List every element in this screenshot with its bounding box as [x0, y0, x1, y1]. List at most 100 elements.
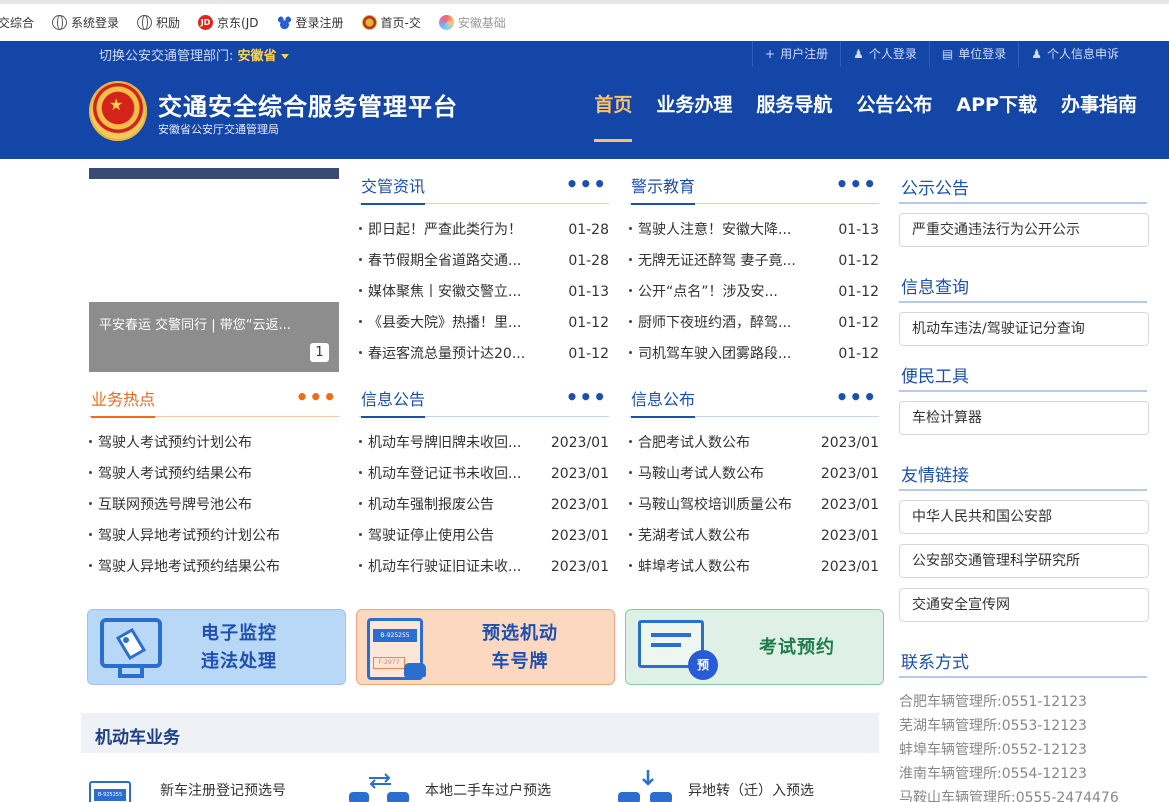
bookmark-4[interactable]: JD 京东(JD — [198, 14, 259, 31]
sidebar-link[interactable]: 严重交通违法行为公开公示 — [899, 213, 1149, 247]
list-item[interactable]: 机动车强制报废公告 2023/01 — [359, 490, 609, 521]
item-text: 蚌埠考试人数公布 — [638, 559, 750, 575]
list-item[interactable]: 媒体聚焦丨安徽交警立... 01-13 — [359, 277, 609, 308]
list-item[interactable]: 驾驶人异地考试预约结果公布 — [89, 552, 339, 583]
nav-announcements[interactable]: 公告公布 — [844, 67, 944, 159]
panel-title[interactable]: 警示教育 — [631, 173, 696, 205]
sidebar-heading-tools[interactable]: 便民工具 — [901, 362, 969, 387]
utility-bar: 切换公安交通管理部门: 安徽省 + 用户注册 ♟ 个人登录 ▤ 单位登录 ♟ 个人信息申… — [0, 41, 1169, 67]
nav-business[interactable]: 业务办理 — [644, 67, 744, 159]
list-item[interactable]: 马鞍山驾校培训质量公布 2023/01 — [629, 490, 879, 521]
nav-guide[interactable]: 办事指南 — [1049, 67, 1149, 159]
list-item[interactable]: 驾驶人考试预约结果公布 — [89, 459, 339, 490]
bookmark-3[interactable]: 积励 — [137, 14, 180, 31]
list-item[interactable]: 机动车登记证书未收回... 2023/01 — [359, 459, 609, 490]
personal-login-link[interactable]: ♟ 个人登录 — [840, 41, 929, 67]
list-item[interactable]: 厨师下夜班约酒，醉驾... 01-12 — [629, 308, 879, 339]
department-switcher[interactable]: 切换公安交通管理部门: 安徽省 — [99, 45, 289, 64]
bullet-icon — [359, 471, 362, 474]
item-date: 2023/01 — [814, 428, 879, 459]
list-item[interactable]: 马鞍山考试人数公布 2023/01 — [629, 459, 879, 490]
list-item[interactable]: 驾驶证停止使用公告 2023/01 — [359, 521, 609, 552]
bookmark-label: 首页-交 — [380, 16, 421, 30]
sidebar-heading-notices[interactable]: 公示公告 — [901, 174, 969, 199]
preselect-plate-button[interactable]: B-925255 F-2977 预选机动 车号牌 — [356, 609, 615, 685]
list-item[interactable]: 公开“点名”！涉及安... 01-12 — [629, 277, 879, 308]
sidebar-heading-query[interactable]: 信息查询 — [901, 273, 969, 298]
bookmark-6[interactable]: 首页-交 — [361, 14, 421, 31]
carousel-image — [89, 168, 339, 179]
item-date: 2023/01 — [544, 552, 609, 583]
more-icon[interactable]: ••• — [566, 385, 607, 409]
bullet-icon — [359, 289, 362, 292]
nav-home[interactable]: 首页 — [582, 67, 644, 159]
appeal-link[interactable]: ♟ 个人信息申诉 — [1018, 41, 1131, 67]
nav-app-download[interactable]: APP下载 — [944, 67, 1049, 159]
item-text: 马鞍山考试人数公布 — [638, 466, 764, 482]
sidebar-divider — [899, 202, 1147, 204]
plus-icon: + — [765, 47, 776, 61]
site-title: 交通安全综合服务管理平台 — [158, 93, 458, 121]
plate-card-icon: B-925255 F-2977 — [367, 618, 426, 680]
bullet-icon — [629, 471, 632, 474]
bookmark-5[interactable]: 登录注册 — [276, 14, 344, 31]
sidebar-link[interactable]: 机动车违法/驾驶证记分查询 — [899, 312, 1149, 346]
bookmark-7[interactable]: 安徽基础 — [438, 14, 506, 31]
sidebar-link[interactable]: 车检计算器 — [899, 401, 1149, 435]
main-nav: 首页 业务办理 服务导航 公告公布 APP下载 办事指南 — [582, 67, 1149, 159]
sidebar-heading-links[interactable]: 友情链接 — [901, 461, 969, 486]
province-select[interactable]: 安徽省 — [238, 49, 277, 64]
service-local-transfer[interactable]: 本地二手车过户预选 — [349, 770, 551, 802]
list-item[interactable]: 驾驶人注意！安徽大降... 01-13 — [629, 215, 879, 246]
list-item[interactable]: 机动车号牌旧牌未收回... 2023/01 — [359, 428, 609, 459]
panel-title[interactable]: 信息公告 — [361, 386, 426, 418]
nav-service-guide[interactable]: 服务导航 — [744, 67, 844, 159]
globe-icon — [137, 15, 153, 30]
list-item[interactable]: 即日起！严查此类行为！ 01-28 — [359, 215, 609, 246]
list-item[interactable]: 无牌无证还醉驾 妻子竟... 01-12 — [629, 246, 879, 277]
button-label-line1: 预选机动 — [482, 623, 558, 644]
bullet-icon — [629, 258, 632, 261]
more-icon[interactable]: ••• — [566, 172, 607, 196]
item-text: 厨师下夜班约酒，醉驾... — [638, 315, 792, 331]
list-item[interactable]: 机动车行驶证旧证未收... 2023/01 — [359, 552, 609, 583]
panel-traffic-news: 交管资讯 ••• 即日起！严查此类行为！ 01-28 春节假期全省道路交通... 01… — [359, 168, 609, 370]
carousel-index[interactable]: 1 — [310, 343, 329, 362]
list-item[interactable]: 春运客流总量预计达20... 01-12 — [359, 339, 609, 370]
sidebar-link[interactable]: 交通安全宣传网 — [899, 588, 1149, 622]
bookmark-2[interactable]: 系统登录 — [52, 14, 119, 31]
register-link[interactable]: + 用户注册 — [752, 41, 840, 67]
e-monitor-violation-button[interactable]: 电子监控 违法处理 — [87, 609, 346, 685]
list-item[interactable]: 司机驾车驶入团雾路段... 01-12 — [629, 339, 879, 370]
panel-title[interactable]: 业务热点 — [91, 386, 156, 418]
more-icon[interactable]: ••• — [836, 385, 877, 409]
list-item[interactable]: 互联网预选号牌号池公布 — [89, 490, 339, 521]
more-icon[interactable]: ••• — [296, 385, 337, 409]
list-item[interactable]: 驾驶人异地考试预约计划公布 — [89, 521, 339, 552]
sidebar-link[interactable]: 公安部交通管理科学研究所 — [899, 544, 1149, 578]
list-item[interactable]: 驾驶人考试预约计划公布 — [89, 428, 339, 459]
list-item[interactable]: 合肥考试人数公布 2023/01 — [629, 428, 879, 459]
list-item[interactable]: 芜湖考试人数公布 2023/01 — [629, 521, 879, 552]
carousel-caption[interactable]: 平安春运 交警同行 | 带您“云返... — [89, 302, 339, 372]
list-item[interactable]: 蚌埠考试人数公布 2023/01 — [629, 552, 879, 583]
item-date: 01-12 — [562, 308, 609, 339]
panel-info-notices: 信息公告 ••• 机动车号牌旧牌未收回... 2023/01 机动车登记证书未收回.… — [359, 381, 609, 583]
exam-booking-button[interactable]: 预 考试预约 — [625, 609, 884, 685]
service-new-vehicle[interactable]: B-925255 新车注册登记预选号 — [89, 770, 286, 802]
more-icon[interactable]: ••• — [836, 172, 877, 196]
sidebar-link[interactable]: 中华人民共和国公安部 — [899, 500, 1149, 534]
list-item[interactable]: 《县委大院》热播！里... 01-12 — [359, 308, 609, 339]
contact-line: 合肥车辆管理所:0551-12123 — [899, 694, 1087, 710]
item-date: 01-12 — [562, 339, 609, 370]
bookmark-label: 积励 — [156, 16, 181, 30]
news-carousel[interactable]: 平安春运 交警同行 | 带您“云返... 1 — [89, 168, 339, 372]
panel-title[interactable]: 信息公布 — [631, 386, 696, 418]
bookmark-1[interactable]: 交综合 — [0, 14, 34, 31]
panel-title[interactable]: 交管资讯 — [361, 173, 426, 205]
section-header-vehicle: 机动车业务 — [81, 713, 879, 753]
bullet-icon — [359, 320, 362, 323]
service-transfer-in[interactable]: 异地转（迁）入预选 — [618, 770, 814, 802]
list-item[interactable]: 春节假期全省道路交通... 01-28 — [359, 246, 609, 277]
company-login-link[interactable]: ▤ 单位登录 — [928, 41, 1018, 67]
